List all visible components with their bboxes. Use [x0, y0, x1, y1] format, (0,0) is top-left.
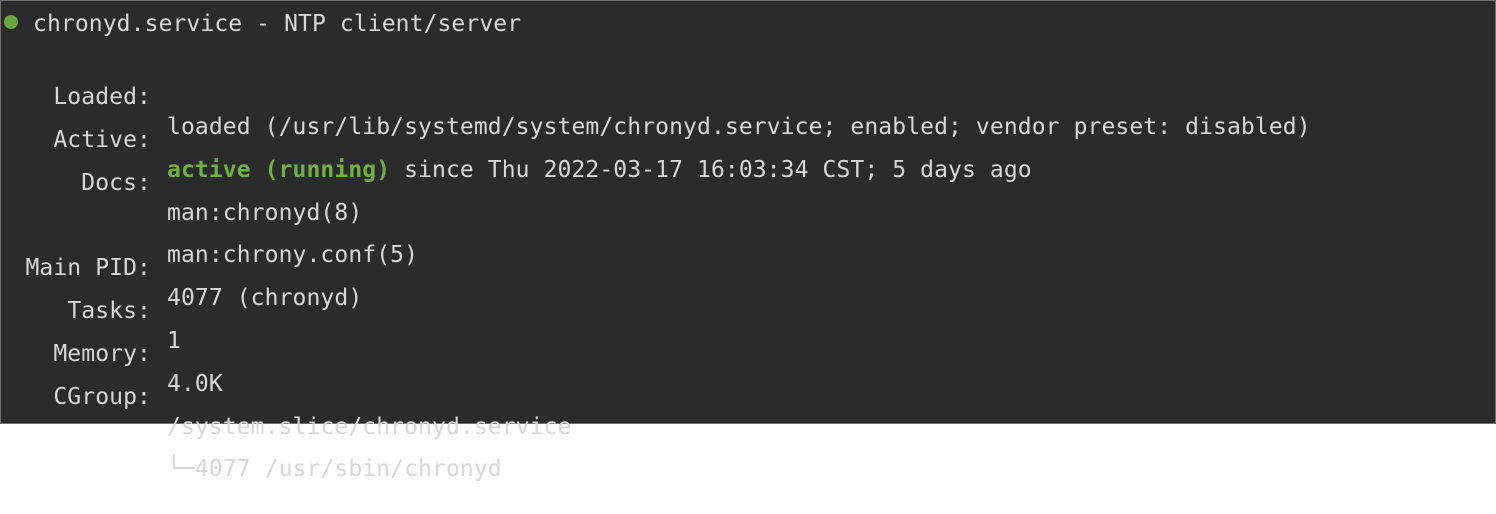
active-state: active (running) [167, 157, 391, 183]
main-pid-value: 4077 (chronyd) [167, 285, 363, 311]
terminal-window: chronyd.service - NTP client/server Load… [0, 0, 1496, 482]
service-description: NTP client/server [284, 11, 522, 37]
cgroup-value: /system.slice/chronyd.service [167, 414, 572, 440]
loaded-row: Loaded: loaded (/usr/lib/systemd/system/… [1, 52, 1310, 140]
tasks-row: Tasks: 1 [1, 266, 181, 354]
cgroup-child-value: └─4077 /usr/sbin/chronyd [167, 456, 502, 482]
memory-row: Memory: 4.0K [1, 309, 222, 397]
active-row: Active: active (running) since Thu 2022-… [1, 95, 1031, 183]
header-separator: - [242, 11, 285, 37]
active-value: active (running) since Thu 2022-03-17 16… [167, 155, 1032, 185]
docs-value: man:chronyd(8) [167, 200, 363, 226]
memory-value: 4.0K [167, 371, 223, 397]
tasks-value: 1 [167, 328, 181, 354]
cgroup-child-row: └─4077 /usr/sbin/chronyd [1, 394, 502, 482]
docs-value-2: man:chrony.conf(5) [167, 242, 419, 268]
loaded-value: loaded (/usr/lib/systemd/system/chronyd.… [167, 114, 1311, 140]
service-header: chronyd.service - NTP client/server [33, 9, 521, 39]
cgroup-row: CGroup: /system.slice/chronyd.service [1, 352, 571, 440]
main-pid-row: Main PID: 4077 (chronyd) [1, 223, 362, 311]
docs-row-2: man:chrony.conf(5) [1, 180, 418, 268]
service-name: chronyd.service [33, 11, 243, 37]
service-status-dot-icon [4, 15, 18, 29]
active-since: since Thu 2022-03-17 16:03:34 CST; 5 day… [390, 157, 1032, 183]
docs-row: Docs: man:chronyd(8) [1, 138, 362, 226]
